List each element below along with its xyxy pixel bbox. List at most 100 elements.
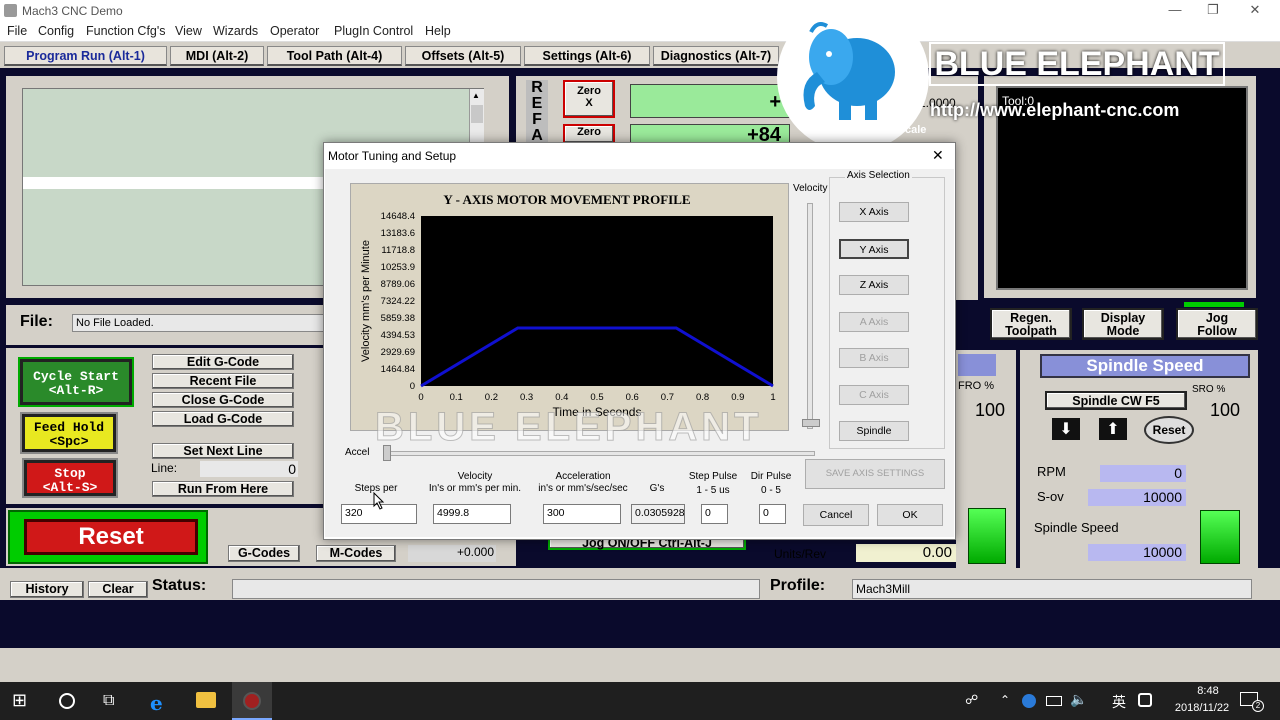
x-tick-label: 0.1 bbox=[450, 392, 463, 403]
status-label: Status: bbox=[152, 577, 207, 594]
gs-field: 0.0305928 bbox=[631, 504, 685, 524]
tab-mdi[interactable]: MDI (Alt-2) bbox=[170, 46, 264, 66]
show-hidden-icon[interactable]: ⌃ bbox=[1000, 693, 1010, 707]
minimize-icon[interactable]: — bbox=[1160, 2, 1190, 17]
spindle-led bbox=[1200, 510, 1240, 564]
menu-wizards[interactable]: Wizards bbox=[213, 24, 258, 38]
x-tick-label: 0.4 bbox=[555, 392, 568, 403]
y-tick-label: 0 bbox=[410, 381, 415, 392]
display-icon[interactable] bbox=[1046, 696, 1062, 706]
b-axis-button[interactable]: B Axis bbox=[839, 348, 909, 368]
jog-follow-button[interactable]: Jog Follow bbox=[1176, 308, 1258, 340]
feed-hold-button[interactable]: Feed Hold <Spc> bbox=[20, 412, 118, 454]
velocity-slider-thumb[interactable] bbox=[802, 419, 820, 427]
edge-icon[interactable]: e bbox=[150, 691, 163, 715]
file-explorer-icon[interactable] bbox=[196, 692, 216, 708]
velocity-input[interactable]: 4999.8 bbox=[433, 504, 511, 524]
display-mode-button[interactable]: Display Mode bbox=[1082, 308, 1164, 340]
y-tick-label: 2929.69 bbox=[381, 347, 415, 358]
inhibit-value: +0.000 bbox=[408, 545, 496, 562]
menu-config[interactable]: Config bbox=[38, 24, 74, 38]
spindle-axis-button[interactable]: Spindle bbox=[839, 421, 909, 441]
velocity-slider-label: Velocity bbox=[793, 183, 828, 194]
clear-button[interactable]: Clear bbox=[88, 581, 148, 598]
velocity-slider[interactable] bbox=[807, 203, 813, 429]
a-axis-button[interactable]: A Axis bbox=[839, 312, 909, 332]
line-number-field[interactable]: 0 bbox=[200, 461, 298, 477]
windows-taskbar: ⊞ ⧉ e ☍ ⌃ 🔈 英 8:48 2018/11/22 2 bbox=[0, 682, 1280, 720]
menu-view[interactable]: View bbox=[175, 24, 202, 38]
set-next-line-button[interactable]: Set Next Line bbox=[152, 443, 294, 459]
x-axis-button[interactable]: X Axis bbox=[839, 202, 909, 222]
dialog-close-icon[interactable]: ✕ bbox=[932, 147, 944, 164]
spindle-reset-button[interactable]: Reset bbox=[1144, 416, 1194, 444]
task-view-icon[interactable]: ⧉ bbox=[103, 690, 114, 710]
menu-file[interactable]: File bbox=[7, 24, 27, 38]
zero-y-button[interactable]: Zero bbox=[563, 124, 615, 144]
menu-function-cfgs[interactable]: Function Cfg's bbox=[86, 24, 166, 38]
people-icon[interactable]: ☍ bbox=[965, 693, 978, 708]
y-axis-button[interactable]: Y Axis bbox=[839, 239, 909, 259]
accel-header-1: Acceleration bbox=[555, 471, 611, 482]
z-axis-button[interactable]: Z Axis bbox=[839, 275, 909, 295]
window-bottom bbox=[0, 648, 1280, 682]
accel-slider[interactable] bbox=[385, 451, 815, 456]
scroll-thumb[interactable] bbox=[471, 105, 483, 123]
stop-button[interactable]: Stop <Alt-S> bbox=[22, 458, 118, 498]
x-axis-dro[interactable]: + bbox=[630, 84, 790, 118]
scroll-up-icon[interactable]: ▲ bbox=[472, 91, 480, 100]
y-axis-dro[interactable]: +84 bbox=[630, 124, 790, 145]
mach3-taskbar-item[interactable] bbox=[232, 682, 272, 720]
dir-pulse-input[interactable]: 0 bbox=[759, 504, 786, 524]
zero-x-button[interactable]: Zero X bbox=[563, 80, 615, 118]
ok-button[interactable]: OK bbox=[877, 504, 943, 526]
cancel-button[interactable]: Cancel bbox=[803, 504, 869, 526]
cortana-icon[interactable] bbox=[59, 693, 75, 709]
taskbar-time[interactable]: 8:48 bbox=[1178, 685, 1238, 697]
close-window-icon[interactable]: ✕ bbox=[1240, 2, 1270, 18]
tab-program-run[interactable]: Program Run (Alt-1) bbox=[4, 46, 167, 66]
step-pulse-input[interactable]: 0 bbox=[701, 504, 728, 524]
regen-toolpath-button[interactable]: Regen. Toolpath bbox=[990, 308, 1072, 340]
edit-gcode-button[interactable]: Edit G-Code bbox=[152, 354, 294, 370]
rpm-label: RPM bbox=[1037, 464, 1066, 479]
ime-indicator[interactable]: 英 bbox=[1112, 692, 1126, 712]
x-tick-label: 0.9 bbox=[731, 392, 744, 403]
spindle-down-icon[interactable]: ⬇ bbox=[1052, 418, 1080, 440]
windows-start-icon[interactable]: ⊞ bbox=[12, 690, 27, 711]
tab-diagnostics[interactable]: Diagnostics (Alt-7) bbox=[653, 46, 779, 66]
menu-plugin-control[interactable]: PlugIn Control bbox=[334, 24, 413, 38]
c-axis-button[interactable]: C Axis bbox=[839, 385, 909, 405]
restore-icon[interactable]: ❐ bbox=[1198, 2, 1228, 18]
spindle-up-icon[interactable]: ⬆ bbox=[1099, 418, 1127, 440]
tab-offsets[interactable]: Offsets (Alt-5) bbox=[405, 46, 521, 66]
spindle-cw-button[interactable]: Spindle CW F5 bbox=[1045, 391, 1187, 410]
history-button[interactable]: History bbox=[10, 581, 84, 598]
x-tick-label: 0.2 bbox=[485, 392, 498, 403]
load-gcode-button[interactable]: Load G-Code bbox=[152, 411, 294, 427]
mcodes-button[interactable]: M-Codes bbox=[316, 545, 396, 562]
acceleration-input[interactable]: 300 bbox=[543, 504, 621, 524]
reset-button[interactable]: Reset bbox=[24, 519, 198, 555]
menu-operator[interactable]: Operator bbox=[270, 24, 319, 38]
volume-icon[interactable]: 🔈 bbox=[1070, 692, 1087, 708]
file-name-field: No File Loaded. bbox=[72, 314, 324, 332]
save-axis-settings-button[interactable]: SAVE AXIS SETTINGS bbox=[805, 459, 945, 489]
bottom-area bbox=[0, 600, 1280, 648]
run-from-here-button[interactable]: Run From Here bbox=[152, 481, 294, 497]
taskbar-date[interactable]: 2018/11/22 bbox=[1162, 702, 1242, 714]
close-gcode-button[interactable]: Close G-Code bbox=[152, 392, 294, 408]
ref-letter: R bbox=[531, 79, 543, 96]
gcodes-button[interactable]: G-Codes bbox=[228, 545, 300, 562]
tab-settings[interactable]: Settings (Alt-6) bbox=[524, 46, 650, 66]
recent-file-button[interactable]: Recent File bbox=[152, 373, 294, 389]
menu-help[interactable]: Help bbox=[425, 24, 451, 38]
mach3-icon bbox=[243, 692, 261, 710]
dialog-body: Y - AXIS MOTOR MOVEMENT PROFILE 0 1464.84 2… bbox=[325, 169, 954, 537]
ref-all-button[interactable]: R E F A bbox=[526, 80, 548, 144]
tab-tool-path[interactable]: Tool Path (Alt-4) bbox=[267, 46, 402, 66]
cycle-start-button[interactable]: Cycle Start <Alt-R> bbox=[18, 357, 134, 407]
input-method-icon[interactable] bbox=[1138, 693, 1152, 707]
network-icon[interactable] bbox=[1022, 694, 1036, 708]
status-field bbox=[232, 579, 760, 599]
